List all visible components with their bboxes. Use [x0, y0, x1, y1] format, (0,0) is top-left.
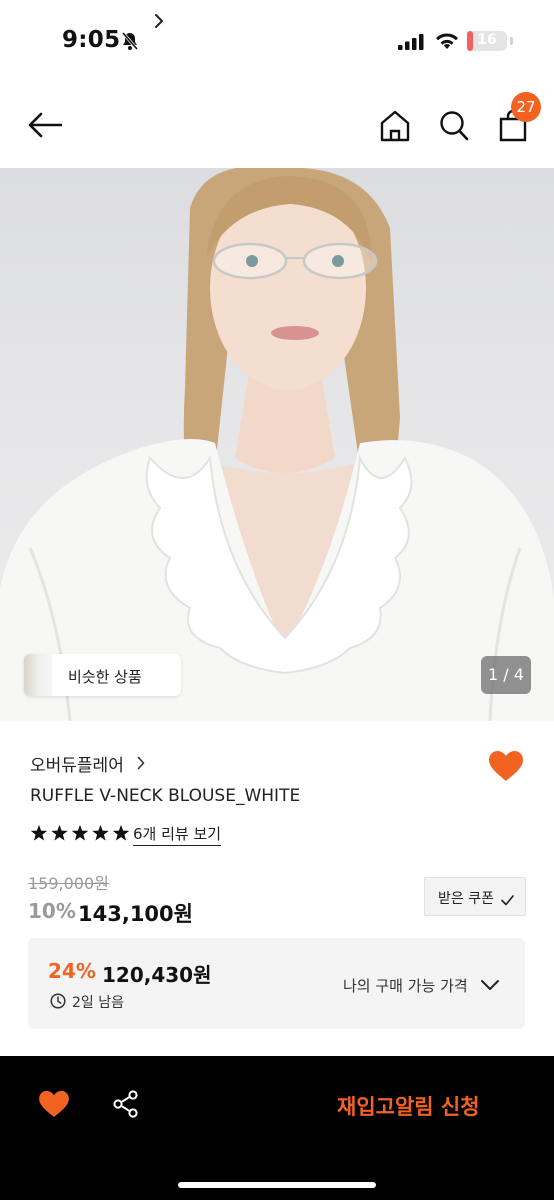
- received-coupon-button[interactable]: 받은 쿠폰: [424, 877, 526, 916]
- battery-icon: 16: [467, 31, 507, 51]
- original-price: 159,000원: [28, 874, 109, 893]
- star-icon: [71, 824, 89, 841]
- bottom-action-bar: [0, 1056, 554, 1200]
- star-icon: [51, 824, 68, 841]
- time-left: 2일 남음: [72, 995, 124, 1011]
- search-icon[interactable]: [439, 110, 469, 146]
- best-price-value: 120,430원: [102, 963, 212, 987]
- star-icon: [112, 824, 130, 841]
- similar-product-thumbnail: [24, 654, 52, 696]
- discount-rate: 10%: [28, 899, 76, 923]
- chevron-right-icon: [137, 755, 145, 774]
- similar-products-label: 비슷한 상품: [68, 668, 142, 686]
- share-icon[interactable]: [112, 1090, 140, 1122]
- purchasable-price-label[interactable]: 나의 구매 가능 가격: [343, 975, 468, 996]
- coupon-button-label: 받은 쿠폰: [438, 891, 494, 907]
- bell-slash-icon: [121, 31, 139, 55]
- rating-stars: [30, 824, 130, 846]
- cart-count-badge: 27: [511, 92, 541, 122]
- clock-icon: [50, 993, 66, 1013]
- battery-level: 16: [477, 32, 497, 48]
- home-indicator: [178, 1182, 376, 1188]
- star-icon: [92, 824, 109, 841]
- back-arrow-icon[interactable]: [28, 112, 63, 142]
- product-photo: [0, 168, 554, 721]
- wifi-icon: [435, 32, 459, 54]
- status-time: 9:05: [62, 27, 121, 53]
- best-price-box[interactable]: 24% 120,430원 2일 남음 나의 구매 가능 가격: [28, 938, 525, 1029]
- star-icon: [30, 824, 48, 841]
- image-pager: 1 / 4: [481, 656, 531, 694]
- wishlist-heart-icon[interactable]: [38, 1090, 70, 1122]
- check-icon: [501, 891, 514, 910]
- cellular-signal-icon: [398, 34, 424, 54]
- status-bar: 9:05 16: [0, 0, 554, 84]
- chevron-right-icon: [154, 13, 164, 33]
- best-price-percent: 24%: [48, 959, 96, 983]
- product-title: RUFFLE V-NECK BLOUSE_WHITE: [30, 786, 301, 806]
- similar-products-button[interactable]: 비슷한 상품: [24, 654, 181, 696]
- wishlist-heart-icon[interactable]: [488, 750, 524, 786]
- chevron-down-icon[interactable]: [480, 976, 500, 995]
- home-icon[interactable]: [380, 110, 410, 146]
- brand-link[interactable]: 오버듀플레어: [30, 751, 124, 776]
- sale-price: 143,100원: [78, 902, 193, 926]
- restock-alert-button[interactable]: 재입고알림 신청: [337, 1091, 480, 1121]
- product-image[interactable]: [0, 168, 554, 721]
- top-navigation: [0, 84, 554, 168]
- review-link[interactable]: 6개 리뷰 보기: [133, 823, 222, 846]
